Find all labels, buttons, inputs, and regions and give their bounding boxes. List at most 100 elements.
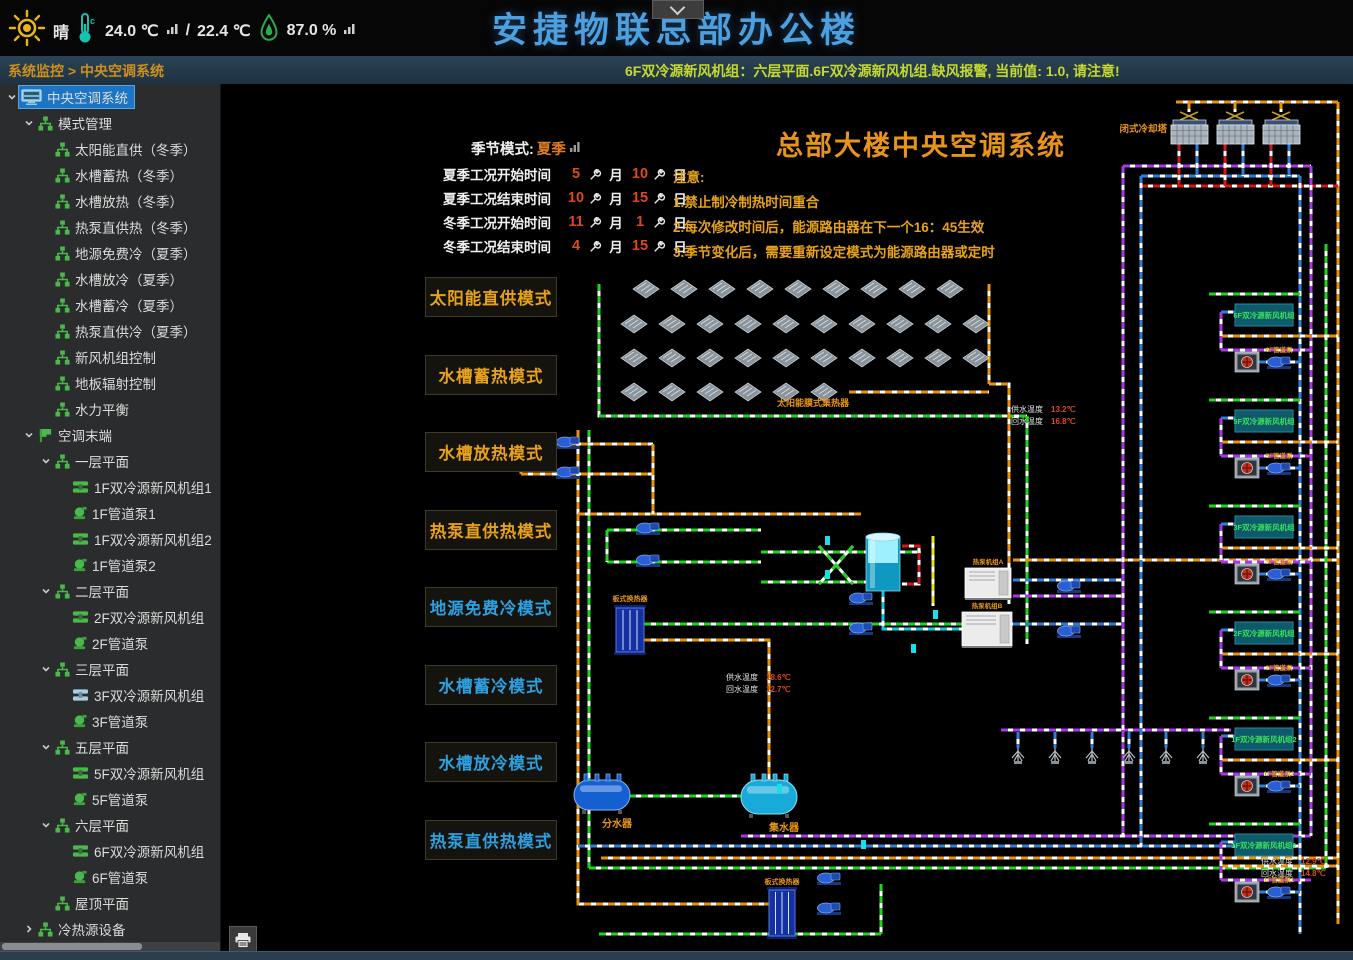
svg-text:供水温度: 供水温度 [726, 672, 758, 682]
wrench-icon[interactable] [589, 216, 605, 229]
tree-item-content[interactable]: 六层平面 [53, 814, 135, 836]
tree-item-21[interactable]: 2F管道泵 [0, 630, 220, 656]
tree-item-content[interactable]: 三层平面 [53, 658, 135, 680]
tree-item-16[interactable]: 1F管道泵1 [0, 500, 220, 526]
tree-item-content[interactable]: 屋顶平面 [53, 892, 135, 914]
tree-item-content[interactable]: 5F双冷源新风机组 [70, 762, 210, 784]
tree-item-3[interactable]: 水槽蓄热（冬季） [0, 162, 220, 188]
tree-item-content[interactable]: 3F管道泵 [70, 710, 154, 732]
tree-item-31[interactable]: 屋顶平面 [0, 890, 220, 916]
tree-item-28[interactable]: 六层平面 [0, 812, 220, 838]
tree-item-content[interactable]: 2F管道泵 [70, 632, 154, 654]
header-collapse-tab[interactable] [652, 0, 704, 19]
tree-item-content[interactable]: 水槽蓄热（冬季） [53, 164, 189, 186]
tree-item-content[interactable]: 地源免费冷（夏季） [53, 242, 203, 264]
tree-item-content[interactable]: 1F管道泵2 [70, 554, 162, 576]
tree-item-content[interactable]: 1F管道泵1 [70, 502, 162, 524]
tree-item-content[interactable]: 2F双冷源新风机组 [70, 606, 210, 628]
tree-item-9[interactable]: 热泵直供冷（夏季） [0, 318, 220, 344]
tree-item-content[interactable]: 热泵直供热（冬季） [53, 216, 203, 238]
tree-item-0[interactable]: 中央空调系统 [0, 84, 220, 110]
tree-item-13[interactable]: 空调末端 [0, 422, 220, 448]
tree-item-content[interactable]: 3F双冷源新风机组 [70, 684, 210, 706]
mode-button-4[interactable]: 地源免费冷模式 [425, 587, 557, 627]
tree-item-5[interactable]: 热泵直供热（冬季） [0, 214, 220, 240]
tree-item-content[interactable]: 5F管道泵 [70, 788, 154, 810]
pump-icon [1057, 626, 1081, 638]
tree-item-content[interactable]: 水槽放冷（夏季） [53, 268, 189, 290]
tree-item-25[interactable]: 五层平面 [0, 734, 220, 760]
wrench-icon[interactable] [653, 240, 669, 253]
tree-item-2[interactable]: 太阳能直供（冬季） [0, 136, 220, 162]
mode-button-2[interactable]: 水槽放热模式 [425, 432, 557, 472]
sidebar-horizontal-scrollbar[interactable] [0, 942, 220, 951]
print-button[interactable] [229, 926, 257, 951]
tree-item-content[interactable]: 空调末端 [36, 424, 118, 446]
mode-button-1[interactable]: 水槽蓄热模式 [425, 355, 557, 395]
mode-button-0[interactable]: 太阳能直供模式 [425, 277, 557, 317]
tree-item-content[interactable]: 水槽蓄冷（夏季） [53, 294, 189, 316]
wrench-icon[interactable] [653, 192, 669, 205]
tree-item-32[interactable]: 冷热源设备 [0, 916, 220, 942]
mode-button-7[interactable]: 热泵直供热模式 [425, 820, 557, 860]
tree-item-content[interactable]: 1F双冷源新风机组1 [70, 476, 218, 498]
tree-item-content[interactable]: 水槽放热（冬季） [53, 190, 189, 212]
tree-item-26[interactable]: 5F双冷源新风机组 [0, 760, 220, 786]
chevron-right-icon[interactable] [21, 924, 36, 934]
tree-item-content[interactable]: 地板辐射控制 [53, 372, 162, 394]
tree-item-11[interactable]: 地板辐射控制 [0, 370, 220, 396]
tree-item-content[interactable]: 模式管理 [36, 112, 118, 134]
tree-item-22[interactable]: 三层平面 [0, 656, 220, 682]
chevron-down-icon[interactable] [38, 820, 53, 830]
chevron-down-icon[interactable] [38, 742, 53, 752]
solar-collector-icon [659, 349, 685, 367]
chevron-down-icon[interactable] [4, 92, 19, 102]
tree-item-1[interactable]: 模式管理 [0, 110, 220, 136]
wrench-icon[interactable] [653, 168, 669, 181]
chevron-down-icon[interactable] [38, 456, 53, 466]
mode-button-6[interactable]: 水槽放冷模式 [425, 742, 557, 782]
mode-button-5[interactable]: 水槽蓄冷模式 [425, 665, 557, 705]
tree-item-17[interactable]: 1F双冷源新风机组2 [0, 526, 220, 552]
tree-item-content[interactable]: 1F双冷源新风机组2 [70, 528, 218, 550]
tree-item-15[interactable]: 1F双冷源新风机组1 [0, 474, 220, 500]
scrollbar-thumb[interactable] [2, 943, 142, 950]
tree-item-content[interactable]: 太阳能直供（冬季） [53, 138, 203, 160]
tree-item-content[interactable]: 五层平面 [53, 736, 135, 758]
tree-item-content[interactable]: 6F管道泵 [70, 866, 154, 888]
tree-item-content[interactable]: 一层平面 [53, 450, 135, 472]
chevron-down-icon[interactable] [21, 430, 36, 440]
ground-well-icon [1012, 748, 1024, 764]
tree-item-30[interactable]: 6F管道泵 [0, 864, 220, 890]
tree-item-12[interactable]: 水力平衡 [0, 396, 220, 422]
tree-item-29[interactable]: 6F双冷源新风机组 [0, 838, 220, 864]
wrench-icon[interactable] [653, 216, 669, 229]
wrench-icon[interactable] [589, 240, 605, 253]
wrench-icon[interactable] [589, 192, 605, 205]
wrench-icon[interactable] [589, 168, 605, 181]
tree-item-18[interactable]: 1F管道泵2 [0, 552, 220, 578]
tree-item-24[interactable]: 3F管道泵 [0, 708, 220, 734]
tree-item-4[interactable]: 水槽放热（冬季） [0, 188, 220, 214]
tree-item-14[interactable]: 一层平面 [0, 448, 220, 474]
tree-item-content[interactable]: 冷热源设备 [36, 918, 132, 940]
breadcrumb[interactable]: 系统监控 > 中央空调系统 [8, 61, 164, 81]
tree-item-19[interactable]: 二层平面 [0, 578, 220, 604]
chevron-down-icon[interactable] [38, 664, 53, 674]
tree-item-6[interactable]: 地源免费冷（夏季） [0, 240, 220, 266]
tree-item-8[interactable]: 水槽蓄冷（夏季） [0, 292, 220, 318]
tree-item-27[interactable]: 5F管道泵 [0, 786, 220, 812]
tree-item-7[interactable]: 水槽放冷（夏季） [0, 266, 220, 292]
chevron-down-icon[interactable] [38, 586, 53, 596]
tree-item-content[interactable]: 新风机组控制 [53, 346, 162, 368]
tree-item-23[interactable]: 3F双冷源新风机组 [0, 682, 220, 708]
tree-item-content[interactable]: 6F双冷源新风机组 [70, 840, 210, 862]
chevron-down-icon[interactable] [21, 118, 36, 128]
mode-button-3[interactable]: 热泵直供热模式 [425, 510, 557, 550]
tree-item-content[interactable]: 水力平衡 [53, 398, 135, 420]
tree-item-content[interactable]: 热泵直供冷（夏季） [53, 320, 203, 342]
tree-item-10[interactable]: 新风机组控制 [0, 344, 220, 370]
tree-item-content[interactable]: 中央空调系统 [19, 86, 134, 108]
tree-item-20[interactable]: 2F双冷源新风机组 [0, 604, 220, 630]
tree-item-content[interactable]: 二层平面 [53, 580, 135, 602]
